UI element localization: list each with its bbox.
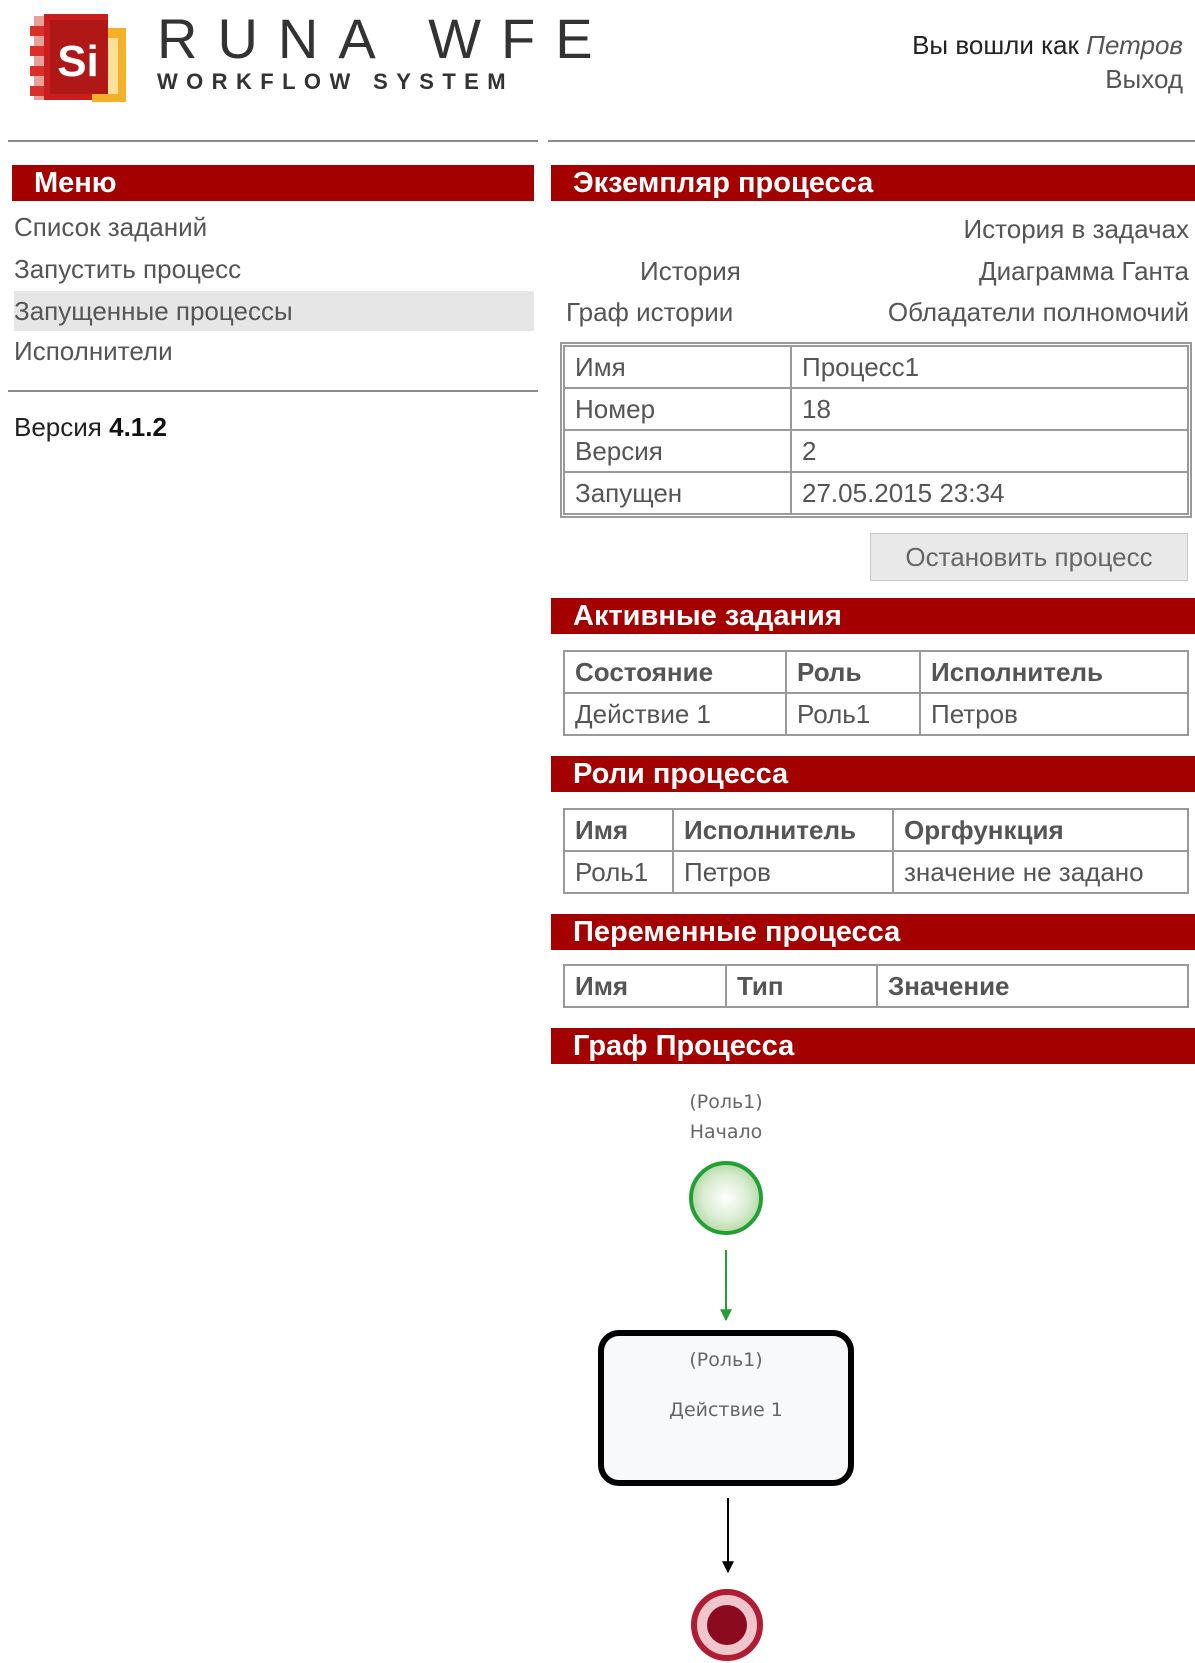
menu-item-start-process[interactable]: Запустить процесс bbox=[14, 249, 534, 289]
table-row: Имя Процесс1 bbox=[563, 345, 1189, 389]
menu-item-executors[interactable]: Исполнители bbox=[14, 331, 534, 371]
column-header: Роль bbox=[785, 650, 921, 694]
column-header: Имя bbox=[563, 964, 727, 1008]
prop-value: 18 bbox=[790, 387, 1189, 431]
user-name: Петров bbox=[1086, 30, 1183, 60]
start-role-label: (Роль1) bbox=[689, 1091, 762, 1113]
task-executor: Петров bbox=[919, 692, 1189, 736]
prop-label: Имя bbox=[563, 345, 792, 389]
stop-process-button[interactable]: Остановить процесс bbox=[870, 533, 1188, 581]
table-row: Запущен 27.05.2015 23:34 bbox=[563, 471, 1189, 515]
role-name: Роль1 bbox=[563, 850, 674, 894]
brand-subtitle: WORKFLOW SYSTEM bbox=[157, 69, 514, 94]
end-event-inner bbox=[707, 1605, 747, 1645]
column-header: Значение bbox=[876, 964, 1189, 1008]
graph-title: Граф Процесса bbox=[551, 1028, 1195, 1064]
process-graph: (Роль1) Начало (Роль1) Действие 1 bbox=[598, 1091, 854, 1661]
active-tasks-table: Состояние Роль Исполнитель Действие 1 Ро… bbox=[563, 650, 1189, 736]
role-orgfunction: значение не задано bbox=[892, 850, 1189, 894]
task-label: Действие 1 bbox=[669, 1399, 783, 1421]
active-tasks-title: Активные задания bbox=[551, 598, 1195, 634]
task-state[interactable]: Действие 1 bbox=[563, 692, 787, 736]
prop-value: 2 bbox=[790, 429, 1189, 473]
process-properties-table: Имя Процесс1 Номер 18 Версия 2 Запущен 27.05… bbox=[560, 342, 1192, 518]
process-title: Экземпляр процесса bbox=[551, 165, 1195, 201]
version-number: 4.1.2 bbox=[109, 412, 167, 442]
roles-table: Имя Исполнитель Оргфункция Роль1 Петров … bbox=[563, 808, 1189, 894]
link-history-in-tasks[interactable]: История в задачах bbox=[963, 214, 1189, 245]
table-header-row: Имя Исполнитель Оргфункция bbox=[563, 808, 1189, 852]
link-history-graph[interactable]: Граф истории bbox=[566, 297, 733, 328]
brand: RUNA WFE WORKFLOW SYSTEM bbox=[157, 10, 613, 94]
table-row[interactable]: Действие 1 Роль1 Петров bbox=[563, 692, 1189, 736]
prop-value: Процесс1 bbox=[790, 345, 1189, 389]
table-header-row: Имя Тип Значение bbox=[563, 964, 1189, 1008]
logo-text: Si bbox=[57, 37, 99, 86]
brand-name: RUNA WFE bbox=[157, 7, 613, 70]
logout-link[interactable]: Выход bbox=[912, 62, 1183, 96]
column-header: Имя bbox=[563, 808, 674, 852]
table-row: Роль1 Петров значение не задано bbox=[563, 850, 1189, 894]
start-event[interactable] bbox=[689, 1161, 763, 1235]
header-divider-right bbox=[548, 140, 1195, 142]
menu-title: Меню bbox=[12, 165, 534, 201]
link-history[interactable]: История bbox=[640, 256, 741, 287]
version-label: Версия bbox=[14, 412, 102, 442]
variables-table: Имя Тип Значение bbox=[563, 964, 1189, 1008]
table-header-row: Состояние Роль Исполнитель bbox=[563, 650, 1189, 694]
link-permission-holders[interactable]: Обладатели полномочий bbox=[888, 297, 1189, 328]
column-header: Состояние bbox=[563, 650, 787, 694]
start-label: Начало bbox=[690, 1121, 763, 1143]
column-header: Исполнитель bbox=[919, 650, 1189, 694]
prop-label: Версия bbox=[563, 429, 792, 473]
task-role-label: (Роль1) bbox=[689, 1349, 762, 1371]
table-row: Версия 2 bbox=[563, 429, 1189, 473]
task-role: Роль1 bbox=[785, 692, 921, 736]
prop-label: Номер bbox=[563, 387, 792, 431]
roles-title: Роли процесса bbox=[551, 756, 1195, 792]
login-info: Вы вошли как Петров Выход bbox=[912, 28, 1183, 96]
column-header: Оргфункция bbox=[892, 808, 1189, 852]
table-row: Номер 18 bbox=[563, 387, 1189, 431]
menu-item-running-processes[interactable]: Запущенные процессы bbox=[14, 291, 534, 331]
role-executor: Петров bbox=[672, 850, 894, 894]
version-info: Версия 4.1.2 bbox=[14, 412, 167, 443]
logo: Si bbox=[30, 8, 130, 108]
variables-title: Переменные процесса bbox=[551, 914, 1195, 950]
prop-label: Запущен bbox=[563, 471, 792, 515]
column-header: Исполнитель bbox=[672, 808, 894, 852]
link-gantt[interactable]: Диаграмма Ганта bbox=[979, 256, 1189, 287]
header-divider-left bbox=[8, 140, 538, 142]
login-prefix: Вы вошли как bbox=[912, 30, 1079, 60]
column-header: Тип bbox=[725, 964, 878, 1008]
prop-value: 27.05.2015 23:34 bbox=[790, 471, 1189, 515]
menu-divider bbox=[8, 390, 538, 392]
menu-item-task-list[interactable]: Список заданий bbox=[14, 207, 534, 247]
